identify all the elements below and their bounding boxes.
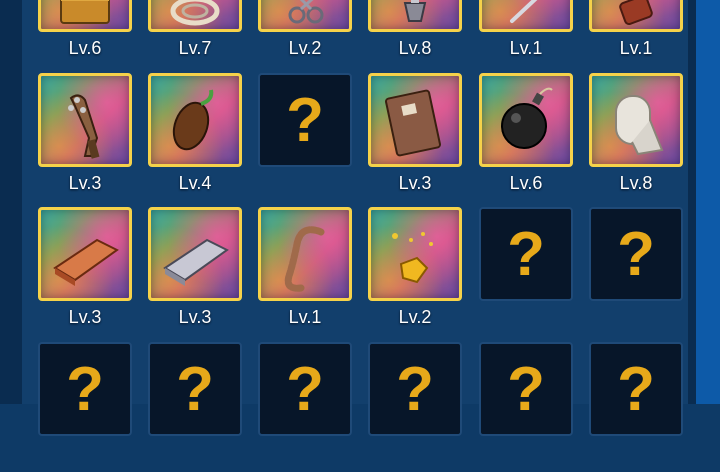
item-tile[interactable] — [368, 73, 462, 167]
drill-icon — [403, 0, 427, 22]
paper-towel-icon — [615, 95, 664, 156]
level-label: Lv.8 — [398, 38, 432, 58]
level-label: Lv.6 — [68, 38, 102, 58]
locked-slot[interactable]: ? — [258, 342, 352, 472]
item-slot[interactable]: Lv.2 — [258, 0, 352, 68]
item-tile[interactable]: ? — [589, 342, 683, 436]
item-slot[interactable]: Lv.4 — [148, 73, 242, 203]
treasure-chest-icon — [60, 0, 110, 24]
item-tile[interactable] — [148, 207, 242, 301]
item-tile[interactable]: ? — [148, 342, 242, 436]
item-tile[interactable]: ? — [589, 207, 683, 301]
item-tile[interactable]: ? — [479, 207, 573, 301]
locked-slot[interactable]: ? — [479, 342, 573, 472]
level-label: Lv.1 — [509, 38, 543, 58]
item-slot[interactable]: Lv.1 — [589, 0, 683, 68]
item-slot[interactable]: Lv.6 — [479, 73, 573, 203]
item-tile[interactable]: ? — [368, 342, 462, 436]
locked-slot[interactable]: ? — [479, 207, 573, 337]
item-slot[interactable]: Lv.3 — [148, 207, 242, 337]
question-mark-icon: ? — [507, 219, 545, 289]
item-slot[interactable]: Lv.6 — [38, 0, 132, 68]
level-label: Lv.1 — [288, 307, 322, 327]
item-tile[interactable]: ? — [258, 73, 352, 167]
level-label: Lv.3 — [398, 173, 432, 193]
question-mark-icon: ? — [507, 354, 545, 424]
locked-slot[interactable]: ? — [589, 342, 683, 472]
level-label: Lv.6 — [509, 173, 543, 193]
level-label: Lv.3 — [68, 307, 102, 327]
item-slot[interactable]: Lv.1 — [258, 207, 352, 337]
question-mark-icon: ? — [396, 354, 434, 424]
item-slot[interactable]: Lv.3 — [38, 73, 132, 203]
question-mark-icon: ? — [66, 354, 104, 424]
item-tile[interactable] — [258, 207, 352, 301]
item-tile[interactable] — [258, 0, 352, 32]
item-tile[interactable] — [148, 73, 242, 167]
question-mark-icon: ? — [617, 219, 655, 289]
level-label: Lv.4 — [178, 173, 212, 193]
earthworm-icon — [284, 226, 325, 292]
needle-icon — [510, 0, 538, 23]
item-tile[interactable] — [589, 0, 683, 32]
level-label: Lv.2 — [288, 38, 322, 58]
item-tile[interactable] — [589, 73, 683, 167]
item-slot[interactable]: Lv.8 — [589, 73, 683, 203]
scissors-icon — [288, 0, 324, 24]
level-label: Lv.3 — [68, 173, 102, 193]
book-icon — [385, 89, 441, 157]
item-tile[interactable]: ? — [258, 342, 352, 436]
item-tile[interactable] — [479, 0, 573, 32]
level-label: Lv.1 — [619, 38, 653, 58]
item-tile[interactable] — [38, 73, 132, 167]
item-collection-grid: Lv.6 Lv.7 Lv.2 Lv.8 Lv.1 Lv.1 Lv.3 Lv.4? Lv.3 Lv.… — [0, 0, 720, 436]
gold-nugget-icon — [392, 232, 433, 284]
locked-slot[interactable]: ? — [258, 73, 352, 203]
question-mark-icon: ? — [617, 354, 655, 424]
iron-ingot-icon — [163, 238, 229, 286]
item-slot[interactable]: Lv.3 — [38, 207, 132, 337]
item-tile[interactable] — [368, 0, 462, 32]
seed-icon — [172, 89, 214, 151]
level-label: Lv.3 — [178, 307, 212, 327]
locked-slot[interactable]: ? — [368, 342, 462, 472]
battery-icon — [619, 0, 653, 25]
item-slot[interactable]: Lv.3 — [368, 73, 462, 203]
question-mark-icon: ? — [286, 85, 324, 155]
item-tile[interactable]: ? — [479, 342, 573, 436]
item-slot[interactable]: Lv.7 — [148, 0, 242, 68]
item-tile[interactable] — [479, 73, 573, 167]
item-tile[interactable] — [148, 0, 242, 32]
copper-ingot-icon — [53, 238, 119, 286]
locked-slot[interactable]: ? — [148, 342, 242, 472]
level-label: Lv.7 — [178, 38, 212, 58]
rope-coil-icon — [170, 0, 220, 26]
level-label: Lv.2 — [398, 307, 432, 327]
item-slot[interactable]: Lv.2 — [368, 207, 462, 337]
question-mark-icon: ? — [176, 354, 214, 424]
question-mark-icon: ? — [286, 354, 324, 424]
item-tile[interactable] — [38, 207, 132, 301]
locked-slot[interactable]: ? — [589, 207, 683, 337]
spiked-club-icon — [68, 94, 100, 159]
item-slot[interactable]: Lv.8 — [368, 0, 462, 68]
item-tile[interactable] — [38, 0, 132, 32]
level-label: Lv.8 — [619, 173, 653, 193]
item-tile[interactable] — [368, 207, 462, 301]
locked-slot[interactable]: ? — [38, 342, 132, 472]
item-tile[interactable]: ? — [38, 342, 132, 436]
item-slot[interactable]: Lv.1 — [479, 0, 573, 68]
bomb-icon — [501, 87, 553, 149]
